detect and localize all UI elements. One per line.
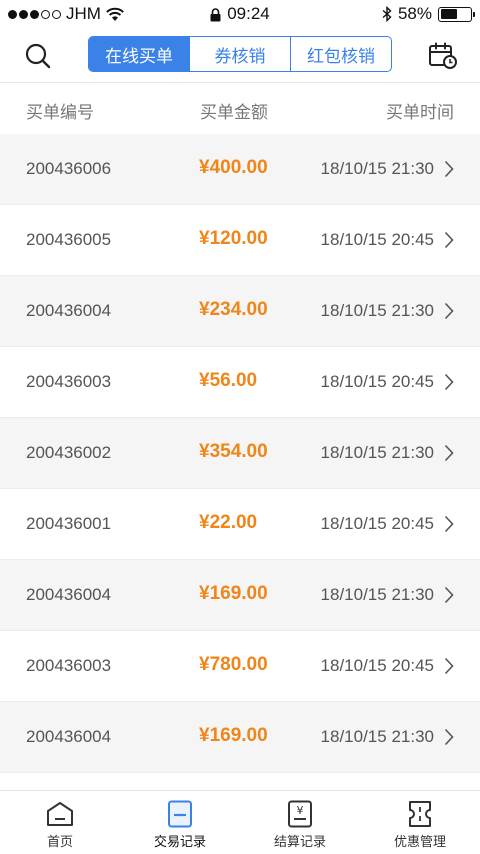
- list-item[interactable]: 200436003 ¥780.00 18/10/15 20:45: [0, 631, 480, 702]
- order-id: 200436001: [26, 514, 112, 533]
- order-id: 200436003: [26, 372, 112, 391]
- order-id: 200436006: [26, 159, 112, 178]
- list-item[interactable]: 200436004 ¥169.00 18/10/15 21:30: [0, 560, 480, 631]
- battery-percent: 58%: [397, 4, 432, 23]
- tab-online-payment[interactable]: 在线买单: [89, 37, 189, 71]
- order-amount: ¥354.00: [199, 441, 268, 462]
- header-order-time: 买单时间: [386, 103, 454, 122]
- order-time: 18/10/15 21:30: [320, 301, 434, 320]
- transaction-record-icon: [168, 800, 192, 828]
- svg-text:¥: ¥: [297, 804, 304, 817]
- status-bar: JHM 09:24 58%: [0, 0, 480, 28]
- list-item[interactable]: 200436004 ¥234.00 18/10/15 21:30: [0, 276, 480, 347]
- order-amount: ¥400.00: [199, 157, 268, 178]
- order-time: 18/10/15 20:45: [320, 514, 434, 533]
- carrier-name: JHM: [66, 4, 101, 23]
- tab-label: 优惠管理: [393, 834, 446, 849]
- order-id: 200436004: [26, 585, 112, 604]
- bottom-tab-bar: 首页 交易记录 ¥ 结算记录 优惠管理: [0, 790, 480, 854]
- search-icon[interactable]: [24, 42, 52, 70]
- calendar-icon[interactable]: [428, 42, 458, 70]
- chevron-right-icon: [444, 160, 454, 178]
- chevron-right-icon: [444, 515, 454, 533]
- record-type-segmented-control: 在线买单 券核销 红包核销: [88, 36, 392, 72]
- list-item[interactable]: 200436006 ¥400.00 18/10/15 21:30: [0, 134, 480, 205]
- record-list: 200436006 ¥400.00 18/10/15 21:30 2004360…: [0, 134, 480, 773]
- order-time: 18/10/15 21:30: [320, 159, 434, 178]
- order-amount: ¥120.00: [199, 228, 268, 249]
- tab-home[interactable]: 首页: [0, 791, 120, 854]
- signal-strength-icon: [8, 9, 61, 19]
- order-time: 18/10/15 20:45: [320, 656, 434, 675]
- tab-settlement-records[interactable]: ¥ 结算记录: [240, 791, 360, 854]
- header-order-amount: 买单金额: [200, 103, 268, 122]
- order-id: 200436002: [26, 443, 112, 462]
- clock-time: 09:24: [227, 4, 270, 23]
- order-amount: ¥234.00: [199, 299, 268, 320]
- battery-icon: [438, 6, 475, 22]
- home-icon: [47, 802, 73, 826]
- chevron-right-icon: [444, 373, 454, 391]
- list-item[interactable]: 200436004 ¥169.00 18/10/15 21:30: [0, 702, 480, 773]
- order-time: 18/10/15 20:45: [320, 230, 434, 249]
- order-time: 18/10/15 20:45: [320, 372, 434, 391]
- chevron-right-icon: [444, 728, 454, 746]
- settlement-record-icon: ¥: [288, 800, 312, 828]
- order-time: 18/10/15 21:30: [320, 443, 434, 462]
- tab-label: 首页: [46, 834, 73, 849]
- tab-red-packet-redemption[interactable]: 红包核销: [290, 37, 391, 71]
- order-time: 18/10/15 21:30: [320, 585, 434, 604]
- order-amount: ¥22.00: [199, 512, 258, 533]
- status-left: JHM: [8, 4, 125, 24]
- order-id: 200436004: [26, 727, 112, 746]
- list-item[interactable]: 200436001 ¥22.00 18/10/15 20:45: [0, 489, 480, 560]
- order-id: 200436003: [26, 656, 112, 675]
- order-amount: ¥56.00: [199, 370, 258, 391]
- lock-icon: [210, 7, 221, 22]
- list-item[interactable]: 200436003 ¥56.00 18/10/15 20:45: [0, 347, 480, 418]
- chevron-right-icon: [444, 302, 454, 320]
- chevron-right-icon: [444, 586, 454, 604]
- chevron-right-icon: [444, 444, 454, 462]
- wifi-icon: [106, 7, 124, 21]
- order-time: 18/10/15 21:30: [320, 727, 434, 746]
- tab-label: 交易记录: [153, 834, 206, 849]
- chevron-right-icon: [444, 657, 454, 675]
- header-order-id: 买单编号: [26, 103, 94, 122]
- bluetooth-icon: [382, 6, 392, 22]
- list-column-header: 买单编号 买单金额 买单时间: [0, 83, 480, 134]
- tab-coupon-redemption[interactable]: 券核销: [189, 37, 290, 71]
- order-id: 200436005: [26, 230, 112, 249]
- order-amount: ¥780.00: [199, 654, 268, 675]
- tab-coupon-management[interactable]: 优惠管理: [360, 791, 480, 854]
- list-item[interactable]: 200436002 ¥354.00 18/10/15 21:30: [0, 418, 480, 489]
- list-item[interactable]: 200436005 ¥120.00 18/10/15 20:45: [0, 205, 480, 276]
- tab-label: 结算记录: [273, 834, 326, 849]
- order-amount: ¥169.00: [199, 725, 268, 746]
- coupon-icon: [409, 801, 431, 827]
- status-right: 58%: [382, 4, 475, 24]
- order-amount: ¥169.00: [199, 583, 268, 604]
- order-id: 200436004: [26, 301, 112, 320]
- nav-bar: 在线买单 券核销 红包核销: [0, 28, 480, 83]
- chevron-right-icon: [444, 231, 454, 249]
- tab-transaction-records[interactable]: 交易记录: [120, 791, 240, 854]
